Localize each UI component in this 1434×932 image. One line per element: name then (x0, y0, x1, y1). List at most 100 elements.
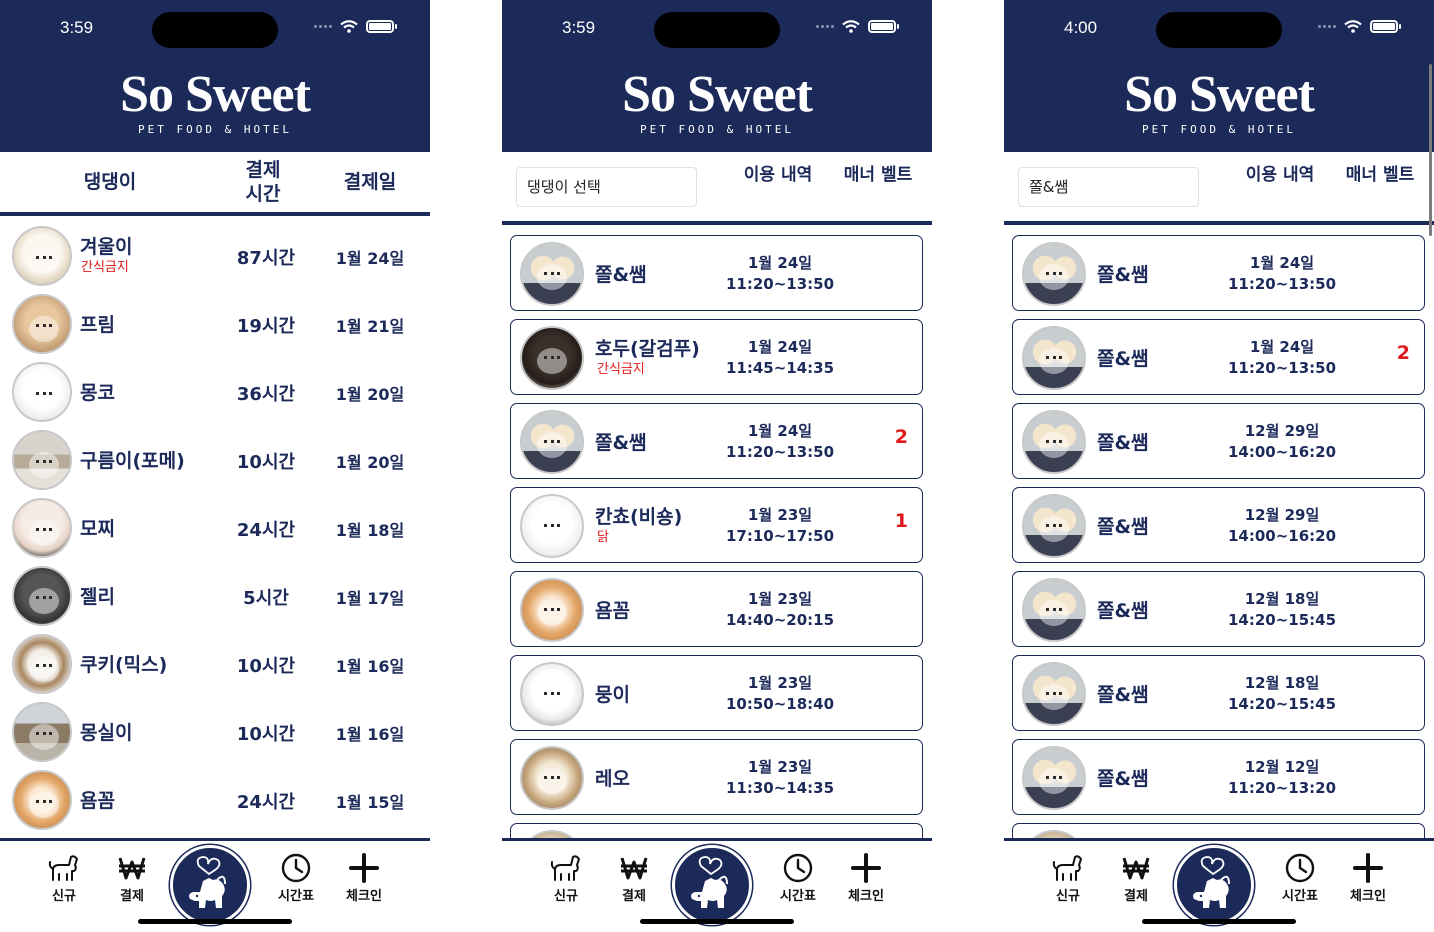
table-row[interactable]: 겨울이 간식금지 87시간 1월 24일 (0, 222, 430, 290)
nav-new-button[interactable]: 신규 (1038, 853, 1098, 904)
dog-avatar (1022, 410, 1086, 474)
history-card[interactable]: 칸쵸(비숑) 닭 1월 23일 17:10~17:50 1 (510, 487, 923, 563)
dog-name: 뭉이 (595, 684, 630, 706)
dog-avatar (520, 494, 584, 558)
history-card[interactable]: 호두(갈검푸) 간식금지 1월 24일 11:45~14:35 (510, 319, 923, 395)
nav-payment-label: 결제 (120, 889, 144, 904)
dog-name: 쿠키(믹스) (80, 654, 168, 676)
visit-date: 1월 23일 (747, 674, 813, 692)
signal-icon (1318, 25, 1336, 28)
paid-date: 1월 15일 (335, 793, 405, 812)
table-row[interactable]: 모찌 24시간 1월 18일 (0, 494, 430, 562)
nav-checkin-button[interactable]: 체크인 (334, 853, 394, 904)
scrollbar[interactable] (1429, 64, 1432, 236)
visit-time: 14:20~15:45 (1227, 611, 1337, 629)
manner-belt-button[interactable]: 매너 벨트 (838, 164, 918, 186)
dog-name: 겨울이 (80, 236, 133, 258)
paid-hours: 10시간 (236, 452, 296, 473)
table-row[interactable]: 욤꼼 24시간 1월 15일 (0, 766, 430, 834)
paid-hours: 87시간 (236, 248, 296, 269)
clock-icon (1285, 853, 1315, 883)
plus-icon (1353, 853, 1383, 883)
dog-note: 간식금지 (81, 260, 129, 275)
nav-new-button[interactable]: 신규 (34, 853, 94, 904)
nav-payment-button[interactable]: 결제 (604, 853, 664, 904)
nav-timetable-label: 시간표 (1282, 889, 1318, 904)
app-header: 4:00 So Sweet PET FOOD & HOTEL (1004, 0, 1434, 152)
history-list: 쫄&쌤 1월 24일 11:20~13:50 호두(갈검푸) 간식금지 1월 24… (502, 229, 932, 840)
manner-belt-button[interactable]: 매너 벨트 (1340, 164, 1420, 186)
history-card[interactable]: 쫄&쌤 1월 24일 11:20~13:50 (1012, 235, 1425, 311)
dog-avatar (12, 498, 72, 558)
visit-date: 1월 24일 (747, 338, 813, 356)
visit-time: 14:00~16:20 (1227, 527, 1337, 545)
dog-name: 몽실이 (80, 722, 133, 744)
app-header: 3:59 So Sweet PET FOOD & HOTEL (0, 0, 430, 152)
nav-new-button[interactable]: 신규 (536, 853, 596, 904)
dog-name: 쫄&쌤 (1097, 768, 1149, 790)
history-card[interactable]: 쫄&쌤 12월 18일 14:20~15:45 (1012, 571, 1425, 647)
nav-timetable-button[interactable]: 시간표 (768, 853, 828, 904)
history-button[interactable]: 이용 내역 (738, 164, 818, 186)
dog-avatar (12, 634, 72, 694)
dog-name: 호두(갈검푸) (595, 338, 700, 360)
dog-select[interactable]: 댕댕이 선택 (516, 167, 697, 207)
visit-date: 1월 24일 (747, 254, 813, 272)
history-card[interactable]: 쫄&쌤 12월 29일 14:00~16:20 (1012, 403, 1425, 479)
visit-date: 12월 12일 (1244, 758, 1320, 776)
column-paid-hours: 결제 시간 (245, 159, 281, 205)
table-row[interactable]: 몽코 36시간 1월 20일 (0, 358, 430, 426)
screen-usage-history-filtered: 4:00 So Sweet PET FOOD & HOTEL 쫄&쌤 이용 내역… (1004, 0, 1434, 932)
dog-name: 프림 (80, 314, 115, 336)
table-row[interactable]: 몽실이 10시간 1월 16일 (0, 698, 430, 766)
history-card[interactable]: 쫄&쌤 12월 12일 11:20~13:20 (1012, 739, 1425, 815)
nav-home-button[interactable] (672, 845, 752, 925)
dog-avatar (1022, 326, 1086, 390)
history-card[interactable]: 쫄&쌤 12월 18일 14:20~15:45 (1012, 655, 1425, 731)
nav-checkin-button[interactable]: 체크인 (1338, 853, 1398, 904)
paid-date: 1월 24일 (335, 249, 405, 268)
nav-home-button[interactable] (1174, 845, 1254, 925)
visit-time: 14:00~16:20 (1227, 443, 1337, 461)
table-row[interactable]: 구름이(포메) 10시간 1월 20일 (0, 426, 430, 494)
paid-hours: 24시간 (236, 792, 296, 813)
nav-timetable-label: 시간표 (780, 889, 816, 904)
dog-select[interactable]: 쫄&쌤 (1018, 167, 1199, 207)
nav-home-button[interactable] (170, 845, 250, 925)
table-row[interactable]: 프림 19시간 1월 21일 (0, 290, 430, 358)
history-card[interactable]: 뭉이 1월 23일 10:50~18:40 (510, 655, 923, 731)
pet-logo-icon (691, 856, 728, 908)
paid-date: 1월 20일 (335, 385, 405, 404)
dynamic-island (654, 12, 780, 48)
nav-payment-label: 결제 (1124, 889, 1148, 904)
nav-timetable-button[interactable]: 시간표 (266, 853, 326, 904)
history-card[interactable]: 쫄&쌤 1월 24일 11:20~13:50 2 (1012, 319, 1425, 395)
nav-payment-button[interactable]: 결제 (1106, 853, 1166, 904)
dog-avatar (520, 410, 584, 474)
won-icon (620, 857, 648, 880)
history-card[interactable]: 욤꼼 1월 23일 14:40~20:15 (510, 571, 923, 647)
visit-time: 14:40~20:15 (725, 611, 835, 629)
nav-timetable-button[interactable]: 시간표 (1270, 853, 1330, 904)
history-card[interactable]: 쫄&쌤 1월 24일 11:20~13:50 2 (510, 403, 923, 479)
nav-payment-button[interactable]: 결제 (102, 853, 162, 904)
visit-time: 11:45~14:35 (725, 359, 835, 377)
history-card[interactable]: 레오 1월 23일 11:30~14:35 (510, 739, 923, 815)
visit-count: 2 (1396, 342, 1410, 364)
history-card[interactable]: 쫄&쌤 12월 29일 14:00~16:20 (1012, 487, 1425, 563)
brand-logo: So Sweet (622, 66, 813, 123)
visit-count: 1 (894, 510, 908, 532)
screen-payment-list: 3:59 So Sweet PET FOOD & HOTEL 댕댕이 결제 시간… (0, 0, 430, 932)
table-row[interactable]: 쿠키(믹스) 10시간 1월 16일 (0, 630, 430, 698)
nav-checkin-button[interactable]: 체크인 (836, 853, 896, 904)
dog-avatar (1022, 578, 1086, 642)
table-row[interactable]: 젤리 5시간 1월 17일 (0, 562, 430, 630)
dog-name: 구름이(포메) (80, 450, 185, 472)
status-icons (816, 20, 899, 33)
history-card[interactable]: 쫄&쌤 1월 24일 11:20~13:50 (510, 235, 923, 311)
visit-date: 1월 23일 (747, 590, 813, 608)
dog-name: 레오 (595, 768, 630, 790)
history-button[interactable]: 이용 내역 (1240, 164, 1320, 186)
status-time: 3:59 (562, 18, 596, 37)
dog-name: 쫄&쌤 (1097, 432, 1149, 454)
